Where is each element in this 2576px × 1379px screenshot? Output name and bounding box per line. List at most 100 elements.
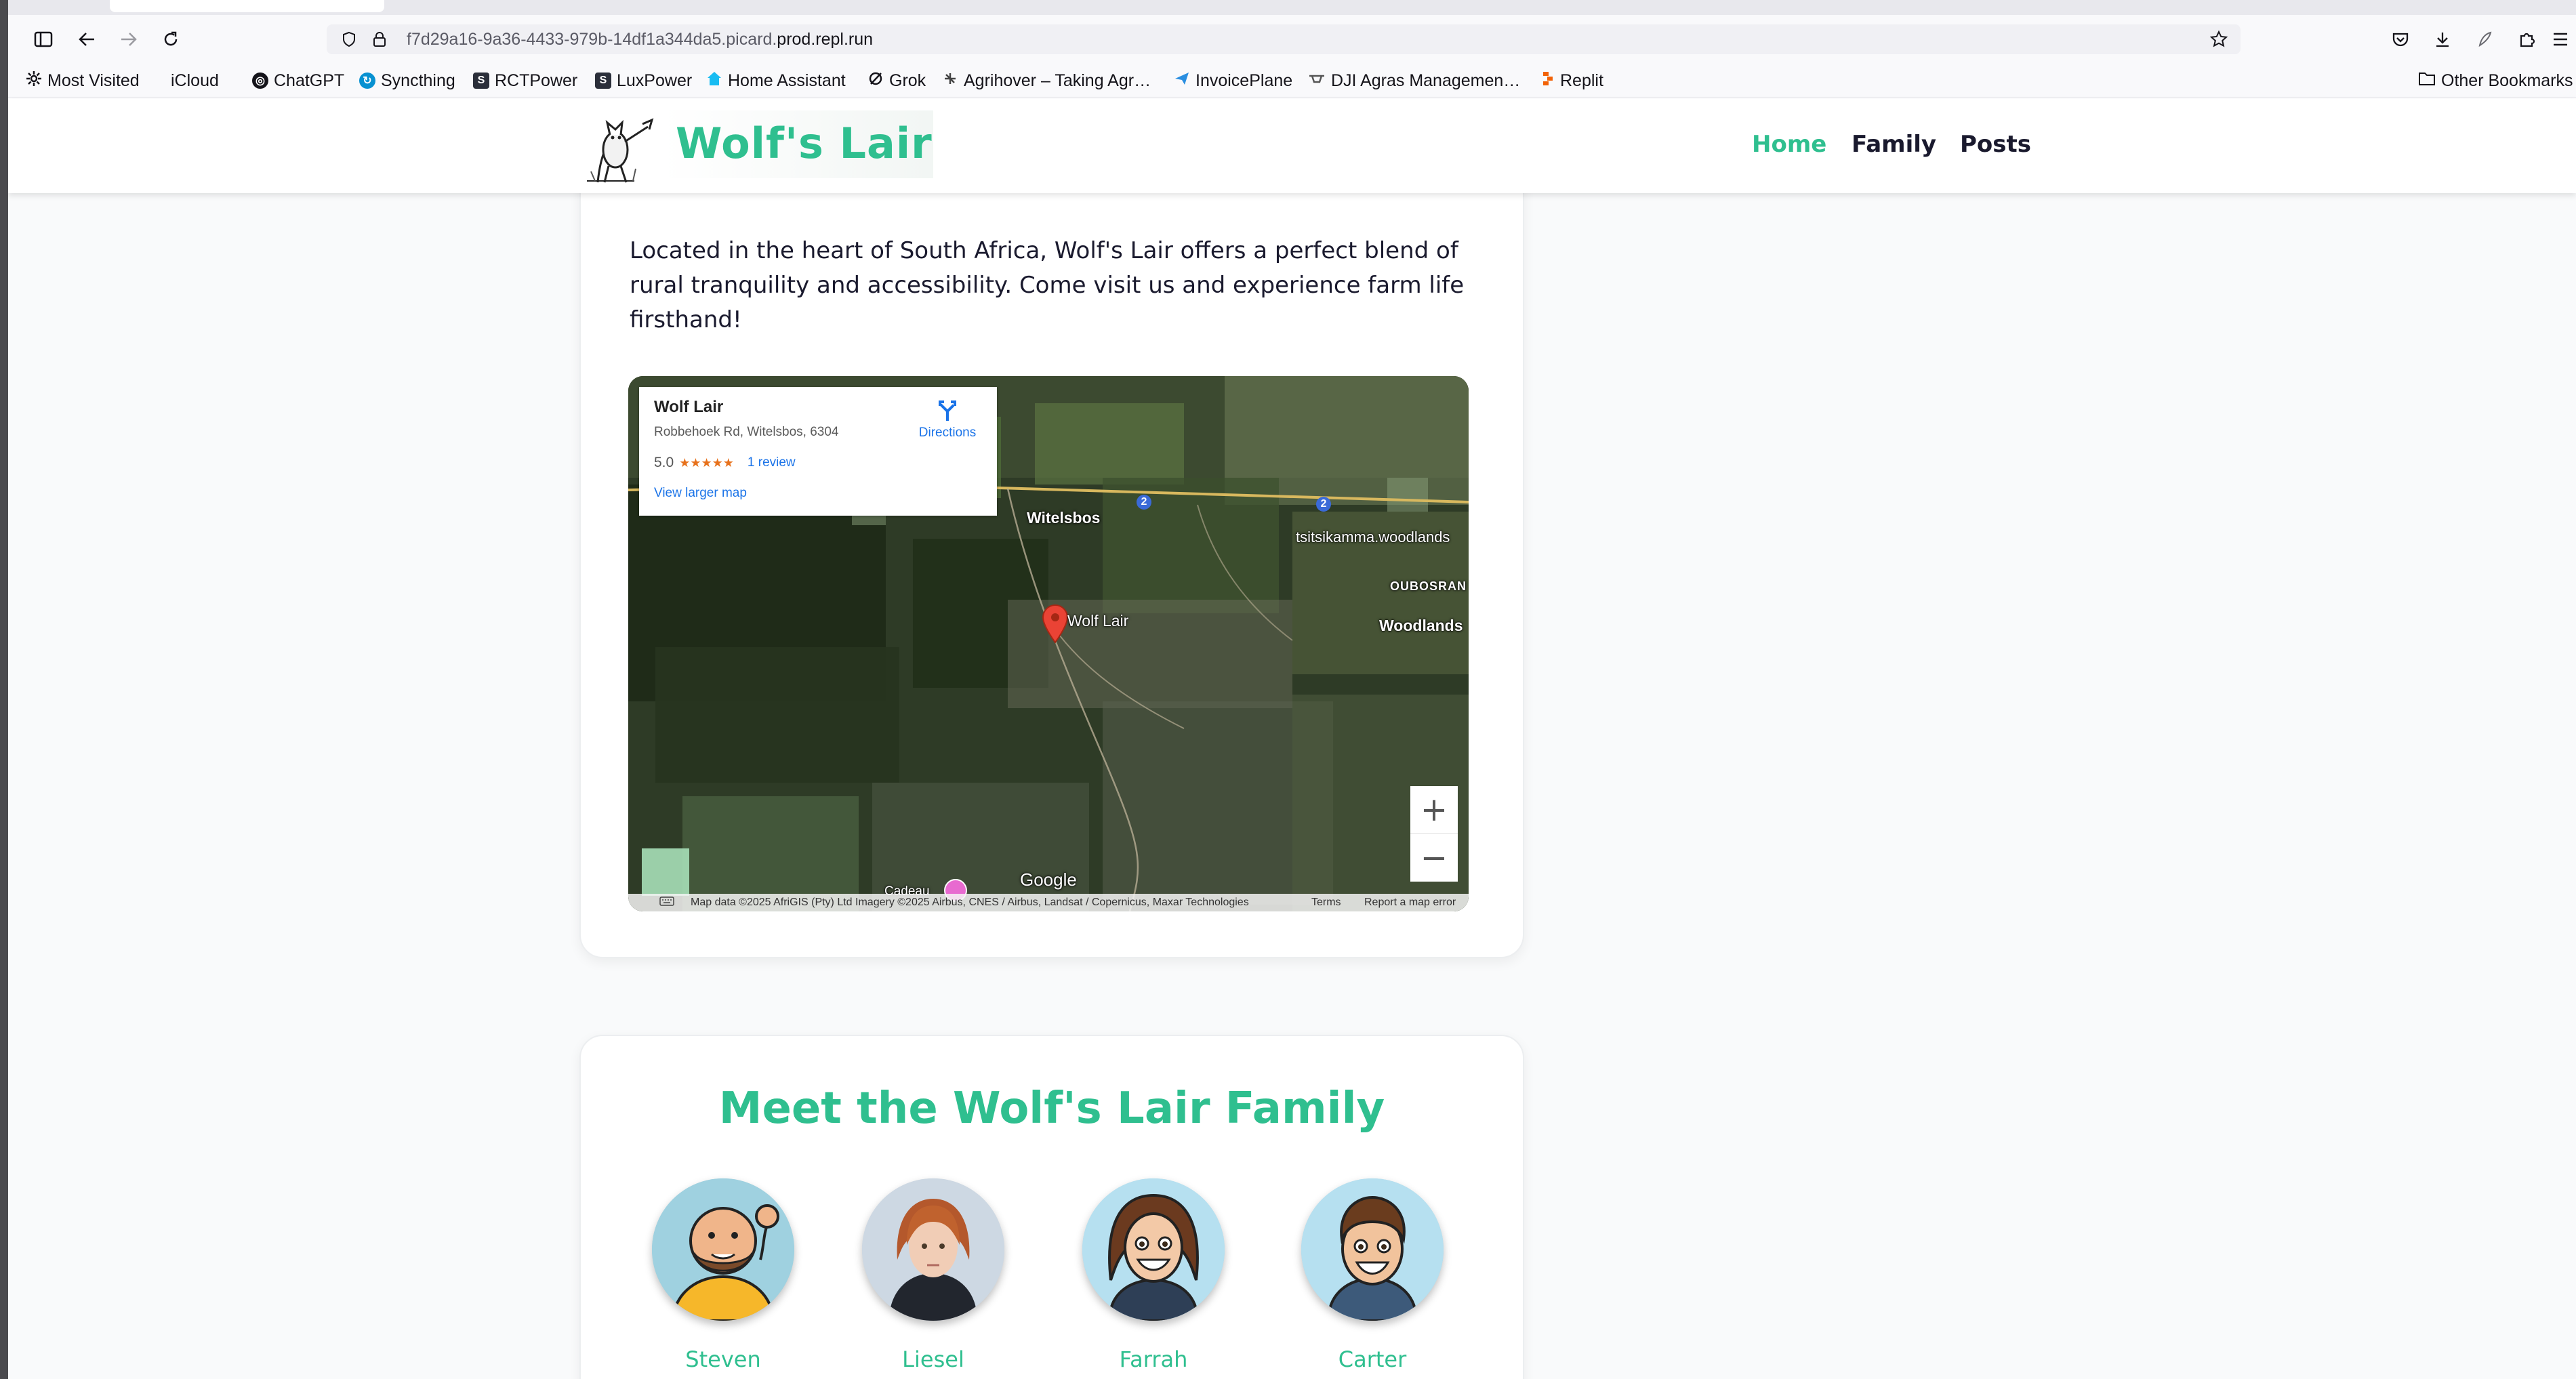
bookmark-most-visited[interactable]: Most Visited bbox=[26, 64, 140, 98]
syncthing-icon: ↻ bbox=[359, 73, 375, 89]
bookmark-label: Other Bookmarks bbox=[2441, 70, 2573, 90]
view-larger-map-link[interactable]: View larger map bbox=[654, 486, 747, 501]
dji-icon bbox=[1308, 70, 1326, 91]
nav-family[interactable]: Family bbox=[1852, 131, 1936, 158]
place-rating: 5.0 bbox=[654, 455, 674, 470]
location-card: Located in the heart of South Africa, Wo… bbox=[579, 156, 1524, 958]
extensions-puzzle-icon[interactable] bbox=[2510, 23, 2543, 56]
browser-window: f7d29a16-9a36-4433-979b-14df1a344da5.pic… bbox=[8, 0, 2576, 1379]
rating-stars-icon: ★★★★★ bbox=[679, 455, 734, 470]
reload-icon[interactable] bbox=[155, 23, 187, 56]
forward-icon[interactable] bbox=[113, 23, 145, 56]
place-name: Wolf Lair bbox=[654, 398, 724, 416]
tab-strip bbox=[8, 0, 2576, 15]
grok-icon bbox=[867, 70, 884, 91]
member-name-steven[interactable]: Steven bbox=[635, 1346, 811, 1372]
bookmark-label: DJI Agras Managemen… bbox=[1331, 70, 1521, 90]
zoom-in-button[interactable]: + bbox=[1410, 786, 1458, 834]
avatar-carter[interactable] bbox=[1301, 1178, 1444, 1321]
map-terms-link[interactable]: Terms bbox=[1311, 897, 1341, 909]
downloads-icon[interactable] bbox=[2426, 23, 2459, 56]
bookmark-label: iCloud bbox=[171, 70, 219, 90]
bookmarks-toolbar: Most Visited iCloud ◎ ChatGPT ↻ Syncthin… bbox=[8, 64, 2576, 98]
bookmark-chatgpt[interactable]: ◎ ChatGPT bbox=[252, 64, 344, 98]
map-attribution: Map data ©2025 AfriGIS (Pty) Ltd Imagery… bbox=[691, 897, 1249, 908]
invoiceplane-icon bbox=[1174, 70, 1190, 91]
route-marker: 2 bbox=[1316, 497, 1331, 512]
bookmark-star-icon[interactable] bbox=[2209, 30, 2228, 52]
bookmark-home-assistant[interactable]: Home Assistant bbox=[706, 64, 846, 98]
map-label-woodlands: Woodlands bbox=[1379, 617, 1463, 634]
url-domain: prod.repl.run bbox=[777, 30, 874, 49]
map-label-oubosrand: OUBOSRAN bbox=[1390, 579, 1467, 593]
place-address: Robbehoek Rd, Witelsbos, 6304 bbox=[654, 425, 839, 439]
report-map-error-link[interactable]: Report a map error bbox=[1364, 897, 1456, 909]
directions-icon bbox=[937, 400, 958, 425]
map-label-road: tsitsikamma.woodlands bbox=[1296, 529, 1450, 546]
lock-icon[interactable] bbox=[373, 31, 386, 50]
sidebar-toggle-icon[interactable] bbox=[27, 23, 60, 56]
site-brand[interactable]: Wolf's Lair bbox=[676, 119, 933, 168]
bookmark-label: Grok bbox=[889, 70, 926, 90]
map-pin-icon[interactable] bbox=[1040, 603, 1070, 646]
directions-label: Directions bbox=[918, 426, 977, 440]
bookmark-label: Agrihover – Taking Agr… bbox=[964, 70, 1151, 90]
bookmark-agrihover[interactable]: Agrihover – Taking Agr… bbox=[942, 64, 1151, 98]
site-header: Wolf's Lair Home Family Posts bbox=[8, 98, 2576, 193]
bookmark-replit[interactable]: Replit bbox=[1541, 64, 1603, 98]
avatar-farrah[interactable] bbox=[1082, 1178, 1225, 1321]
keyboard-icon[interactable] bbox=[659, 896, 674, 910]
bookmark-rctpower[interactable]: S RCTPower bbox=[473, 64, 577, 98]
pocket-icon[interactable] bbox=[2384, 23, 2417, 56]
bookmark-label: Home Assistant bbox=[728, 70, 846, 90]
directions-button[interactable]: Directions bbox=[910, 399, 985, 440]
back-icon[interactable] bbox=[70, 23, 103, 56]
url-bar[interactable]: f7d29a16-9a36-4433-979b-14df1a344da5.pic… bbox=[327, 24, 2241, 54]
bookmark-invoiceplane[interactable]: InvoicePlane bbox=[1174, 64, 1292, 98]
zoom-out-button[interactable]: − bbox=[1410, 834, 1458, 882]
family-heading: Meet the Wolf's Lair Family bbox=[718, 1084, 1385, 1134]
map-label-witelsbos: Witelsbos bbox=[1027, 509, 1101, 527]
agrihover-icon bbox=[942, 70, 958, 91]
gear-icon bbox=[26, 70, 42, 91]
route-marker: 2 bbox=[1137, 495, 1151, 510]
luxpower-icon: S bbox=[595, 73, 611, 89]
nav-posts[interactable]: Posts bbox=[1960, 131, 2031, 158]
bookmark-label: RCTPower bbox=[495, 70, 578, 90]
reviews-link[interactable]: 1 review bbox=[748, 455, 796, 470]
bookmark-dji-agras[interactable]: DJI Agras Managemen… bbox=[1308, 64, 1520, 98]
avatar-liesel[interactable] bbox=[862, 1178, 1004, 1321]
family-card: Meet the Wolf's Lair Family Steven Liese… bbox=[579, 1035, 1524, 1379]
bookmark-label: InvoicePlane bbox=[1195, 70, 1293, 90]
avatar-steven[interactable] bbox=[652, 1178, 794, 1321]
bookmark-syncthing[interactable]: ↻ Syncthing bbox=[359, 64, 455, 98]
shield-icon[interactable] bbox=[342, 31, 356, 50]
bookmark-label: Syncthing bbox=[381, 70, 455, 90]
bookmark-grok[interactable]: Grok bbox=[867, 64, 926, 98]
map-label-pin: Wolf Lair bbox=[1067, 612, 1129, 630]
folder-icon bbox=[2418, 71, 2436, 91]
bookmark-luxpower[interactable]: S LuxPower bbox=[595, 64, 692, 98]
extension-feather-icon[interactable] bbox=[2468, 23, 2501, 56]
bookmark-label: Most Visited bbox=[47, 70, 140, 90]
url-prefix: f7d29a16-9a36-4433-979b-14df1a344da5.pic… bbox=[407, 30, 777, 49]
google-map[interactable]: 2 2 Witelsbos tsitsikamma.woodlands OUBO… bbox=[628, 376, 1469, 911]
member-name-farrah[interactable]: Farrah bbox=[1065, 1346, 1242, 1372]
member-name-liesel[interactable]: Liesel bbox=[845, 1346, 1021, 1372]
menu-icon[interactable] bbox=[2548, 23, 2573, 56]
bookmark-label: Replit bbox=[1560, 70, 1603, 90]
bookmark-other-bookmarks[interactable]: Other Bookmarks bbox=[2418, 64, 2573, 98]
google-logo: Google bbox=[1020, 869, 1077, 890]
map-info-card: Wolf Lair Robbehoek Rd, Witelsbos, 6304 … bbox=[639, 387, 997, 516]
nav-home[interactable]: Home bbox=[1752, 131, 1826, 158]
wolf-logo[interactable] bbox=[577, 110, 659, 186]
url-text[interactable]: f7d29a16-9a36-4433-979b-14df1a344da5.pic… bbox=[407, 24, 873, 54]
rctpower-icon: S bbox=[473, 73, 489, 89]
chatgpt-icon: ◎ bbox=[252, 73, 268, 89]
bookmark-icloud[interactable]: iCloud bbox=[165, 64, 219, 98]
member-name-carter[interactable]: Carter bbox=[1284, 1346, 1460, 1372]
bookmark-label: LuxPower bbox=[617, 70, 693, 90]
bookmark-label: ChatGPT bbox=[274, 70, 345, 90]
map-attribution-bar: Map data ©2025 AfriGIS (Pty) Ltd Imagery… bbox=[628, 894, 1469, 911]
active-tab[interactable] bbox=[110, 0, 384, 12]
